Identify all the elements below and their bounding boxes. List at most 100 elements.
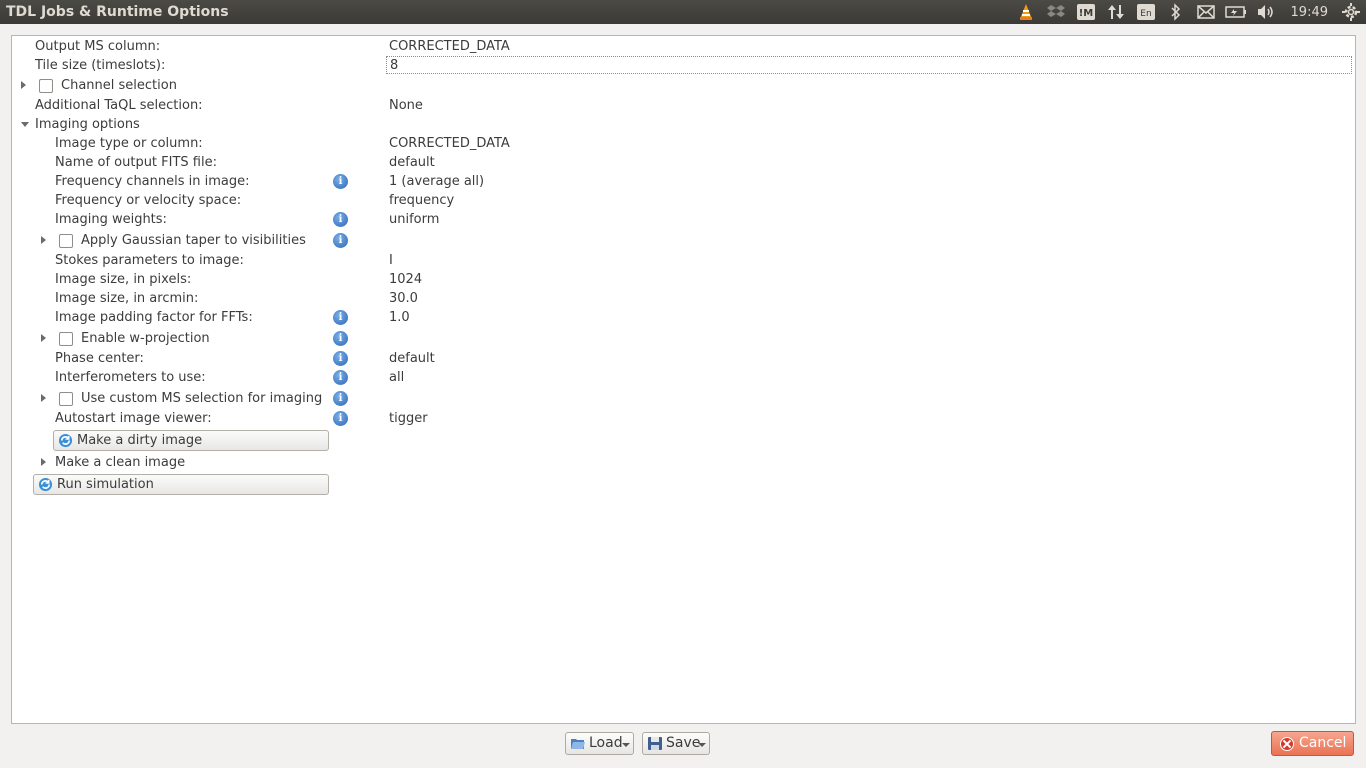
channel-selection-checkbox[interactable] [39,79,53,93]
button-label: Save [666,735,701,751]
option-label: Additional TaQL selection: [35,98,203,113]
info-icon[interactable]: i [333,233,348,248]
expand-arrow-icon[interactable] [21,81,26,89]
option-value[interactable]: frequency [389,191,454,210]
option-size-pixels[interactable]: Image size, in pixels: 1024 [12,270,1352,289]
keyboard-layout-label: En [1140,9,1151,19]
expand-arrow-icon[interactable] [41,334,46,342]
option-label: Frequency channels in image: [55,174,250,189]
info-icon[interactable]: i [333,212,348,227]
option-weights[interactable]: Imaging weights: i uniform [12,210,1352,229]
option-fits-name[interactable]: Name of output FITS file: default [12,153,1352,172]
option-value[interactable]: CORRECTED_DATA [389,37,510,56]
info-icon[interactable]: i [333,331,348,346]
option-output-ms-column[interactable]: Output MS column: CORRECTED_DATA [12,37,1352,56]
info-icon[interactable]: i [333,351,348,366]
option-value[interactable]: 1024 [389,270,422,289]
option-value[interactable]: all [389,368,404,387]
messaging-icon[interactable]: !M [1075,3,1097,21]
option-label: Autostart image viewer: [55,411,212,426]
option-padding[interactable]: Image padding factor for FFTs: i 1.0 [12,308,1352,327]
option-label: Apply Gaussian taper to visibilities [81,233,306,248]
option-label: Use custom MS selection for imaging [81,391,323,406]
expand-arrow-icon[interactable] [41,236,46,244]
cancel-icon [1280,737,1294,751]
info-icon[interactable]: i [333,391,348,406]
gear-icon[interactable] [1340,3,1362,21]
option-freq-velocity[interactable]: Frequency or velocity space: frequency [12,191,1352,210]
load-button[interactable]: Load [565,732,634,755]
option-clean-image[interactable]: Make a clean image [12,453,1352,472]
option-label: Phase center: [55,351,144,366]
group-imaging-options[interactable]: Imaging options [12,115,1352,134]
refresh-icon [38,477,53,492]
info-icon[interactable]: i [333,411,348,426]
w-projection-checkbox[interactable] [59,332,73,346]
custom-ms-checkbox[interactable] [59,392,73,406]
option-phase-center[interactable]: Phase center: i default [12,349,1352,368]
dropdown-arrow-icon [698,743,706,747]
option-freq-channels[interactable]: Frequency channels in image: i 1 (averag… [12,172,1352,191]
option-label: Enable w-projection [81,331,210,346]
option-interferometers[interactable]: Interferometers to use: i all [12,368,1352,387]
option-label: Output MS column: [35,39,161,54]
option-label: Channel selection [61,78,177,93]
option-gaussian-taper[interactable]: Apply Gaussian taper to visibilities i [12,231,1352,250]
button-label: Run simulation [57,477,154,492]
option-label: Tile size (timeslots): [35,58,166,73]
dropdown-arrow-icon [622,743,630,747]
button-label: Make a dirty image [77,433,203,448]
option-value[interactable]: I [389,251,393,270]
option-value[interactable]: 30.0 [389,289,418,308]
expand-arrow-icon[interactable] [41,458,46,466]
keyboard-layout-icon[interactable]: En [1135,3,1157,21]
save-button[interactable]: Save [642,732,710,755]
dropbox-icon[interactable] [1045,3,1067,21]
option-value[interactable]: 1 (average all) [389,172,484,191]
option-value[interactable]: uniform [389,210,439,229]
button-label: Load [589,735,623,751]
run-simulation-button[interactable]: Run simulation [33,474,329,495]
option-image-type[interactable]: Image type or column: CORRECTED_DATA [12,134,1352,153]
option-value[interactable]: default [389,153,435,172]
window-title: TDL Jobs & Runtime Options [6,4,229,20]
option-label: Stokes parameters to image: [55,253,244,268]
volume-icon[interactable] [1255,3,1277,21]
option-value[interactable]: 1.0 [389,308,410,327]
collapse-arrow-icon[interactable] [21,122,29,127]
option-value[interactable]: CORRECTED_DATA [389,134,510,153]
make-dirty-image-button[interactable]: Make a dirty image [53,430,329,451]
info-icon[interactable]: i [333,174,348,189]
bluetooth-icon[interactable] [1165,3,1187,21]
option-label: Image size, in arcmin: [55,291,199,306]
info-icon[interactable]: i [333,370,348,385]
floppy-disk-icon [648,737,662,750]
option-size-arcmin[interactable]: Image size, in arcmin: 30.0 [12,289,1352,308]
info-icon[interactable]: i [333,310,348,325]
option-label: Make a clean image [55,455,186,470]
cancel-button[interactable]: Cancel [1271,731,1354,756]
option-stokes[interactable]: Stokes parameters to image: I [12,251,1352,270]
option-w-projection[interactable]: Enable w-projection i [12,329,1352,348]
option-autostart-viewer[interactable]: Autostart image viewer: i tigger [12,409,1352,428]
option-value[interactable]: tigger [389,409,428,428]
system-tray: !M En 19:49 [1011,0,1366,24]
option-label: Image padding factor for FFTs: [55,310,253,325]
option-value[interactable]: default [389,349,435,368]
battery-icon[interactable] [1224,3,1247,21]
expand-arrow-icon[interactable] [41,394,46,402]
tile-size-input[interactable]: 8 [386,56,1352,74]
option-label: Frequency or velocity space: [55,193,242,208]
option-value[interactable]: None [389,96,423,115]
option-label: Interferometers to use: [55,370,206,385]
vlc-icon[interactable] [1015,3,1037,21]
option-label: Image type or column: [55,136,203,151]
clock[interactable]: 19:49 [1291,5,1328,20]
mail-icon[interactable] [1195,3,1217,21]
network-icon[interactable] [1105,3,1127,21]
option-taql-selection[interactable]: Additional TaQL selection: None [12,96,1352,115]
option-channel-selection[interactable]: Channel selection [12,76,1352,95]
option-custom-ms[interactable]: Use custom MS selection for imaging i [12,389,1352,408]
top-panel: TDL Jobs & Runtime Options !M En 19:49 [0,0,1366,24]
gaussian-taper-checkbox[interactable] [59,234,73,248]
